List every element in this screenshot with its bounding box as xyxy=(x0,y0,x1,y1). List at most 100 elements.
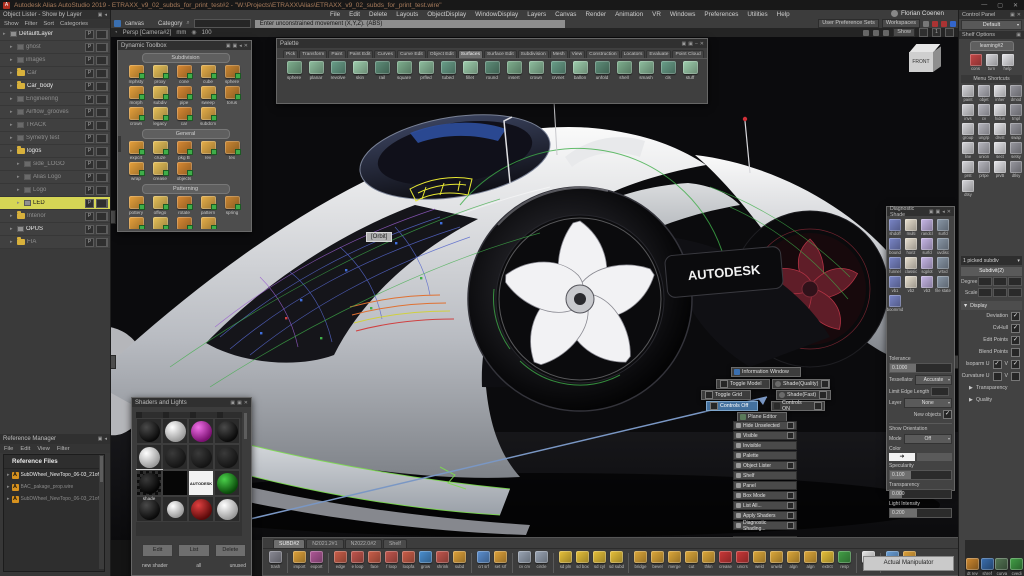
menu-shortcut-sect[interactable]: sect xyxy=(992,141,1008,160)
view-cube-side[interactable] xyxy=(933,46,941,72)
pickable-toggle[interactable]: P xyxy=(85,160,94,169)
tree-item[interactable]: ▸OPUSP xyxy=(0,223,110,236)
shelf-tool-extrct[interactable]: extrct xyxy=(819,551,836,569)
toolbox-tool-pottery[interactable]: pottery xyxy=(124,195,148,216)
marking-menu-checkbox[interactable] xyxy=(787,422,794,429)
shelf-tool-unwld[interactable]: unwld xyxy=(768,551,785,569)
toolbox-tool-sweep[interactable]: sweep xyxy=(196,85,220,106)
collapse-icon[interactable]: ◂ xyxy=(942,209,945,215)
palette-tab-paint-edit[interactable]: Paint Edit xyxy=(347,50,374,58)
menu-shortcut-drvst[interactable]: drvst xyxy=(992,122,1008,141)
information-window-button[interactable]: Information Window xyxy=(731,367,801,377)
magnet-icon[interactable] xyxy=(950,21,956,27)
tree-item[interactable]: ▸LEDP xyxy=(0,197,110,210)
expander-icon[interactable]: ▸ xyxy=(10,239,15,245)
shade-quality-checkbox[interactable] xyxy=(821,380,829,388)
marking-menu-item[interactable]: List All... xyxy=(733,501,797,510)
toolbox-tool-pkg-b[interactable]: pkg B xyxy=(172,140,196,161)
menu-item-delete[interactable]: Delete xyxy=(369,11,387,18)
menu-shortcut-dtlsy[interactable]: dtlsy xyxy=(1008,160,1024,179)
expander-icon[interactable]: ▸ xyxy=(17,187,22,193)
menu-shortcut-objet[interactable]: objet xyxy=(976,84,992,103)
pickable-toggle[interactable]: P xyxy=(85,108,94,117)
show-button[interactable]: Show xyxy=(893,28,915,37)
toolbox-tool-wrap[interactable]: wrap xyxy=(124,161,148,182)
collapse-icon[interactable]: ◂ xyxy=(239,43,242,49)
layer-state-toggle[interactable] xyxy=(96,160,108,169)
expander-icon[interactable]: ▸ xyxy=(7,484,10,490)
triangle-down-icon[interactable]: ▼ xyxy=(963,303,968,309)
palette-tab-evaluate[interactable]: Evaluate xyxy=(646,50,671,58)
controls-on-checkbox[interactable] xyxy=(814,402,822,410)
menu-shortcut-swap[interactable]: swap xyxy=(1008,122,1024,141)
palette-tab-curve-edit[interactable]: Curve Edit xyxy=(397,50,426,58)
layer-state-toggle[interactable] xyxy=(96,186,108,195)
expander-icon[interactable]: ▸ xyxy=(10,109,15,115)
surface-tool-crvnet[interactable]: crvnet xyxy=(547,60,569,81)
menu-item-render[interactable]: Render xyxy=(585,11,606,18)
menu-item-objectdisplay[interactable]: ObjectDisplay xyxy=(427,11,466,18)
marking-menu-item[interactable]: Visible xyxy=(733,431,797,440)
shader-swatch-flatblack[interactable] xyxy=(162,470,188,496)
display-option-checkbox[interactable]: ✓ xyxy=(1011,336,1020,345)
toolbox-tool-patter[interactable]: patter xyxy=(196,216,220,229)
ol-tab-sort[interactable]: Sort xyxy=(43,21,54,27)
menu-shortcut-prtpe[interactable]: prtpe xyxy=(976,160,992,179)
shader-swatch-black[interactable] xyxy=(136,418,162,444)
marking-menu-item[interactable]: Box Mode xyxy=(733,491,797,500)
snap-grid-icon[interactable] xyxy=(941,21,947,27)
shader-swatch-black[interactable] xyxy=(214,418,240,444)
pin-icon[interactable]: ▣ xyxy=(233,43,238,49)
shade-quality-button[interactable]: Shade(Quality) xyxy=(772,379,830,389)
surface-tool-stuff[interactable]: stuff xyxy=(679,60,701,81)
actual-manipulator-button[interactable]: Actual Manipulator xyxy=(863,556,954,571)
collapse-icon[interactable]: ◂ xyxy=(104,12,107,18)
expander-icon[interactable]: ▸ xyxy=(10,96,15,102)
surface-tool-smash[interactable]: smash xyxy=(635,60,657,81)
toolbox-tool-car[interactable]: car xyxy=(172,106,196,127)
toolbox-tool-mphsty[interactable]: mphsty xyxy=(124,64,148,85)
palette-tab-construction[interactable]: Construction xyxy=(586,50,619,58)
shelf-tool-thkn[interactable]: thkn xyxy=(700,551,717,569)
diag-shade-mode-vb1[interactable]: vb1 xyxy=(887,275,903,294)
marking-menu-item[interactable]: Palette xyxy=(733,451,797,460)
layer-state-toggle[interactable] xyxy=(96,95,108,104)
expander-icon[interactable]: ▸ xyxy=(7,496,10,502)
tree-item[interactable]: ▸Car_bodyP xyxy=(0,80,110,93)
expander-icon[interactable]: ▸ xyxy=(10,213,15,219)
corner-tool-dt-rev[interactable]: dt rev xyxy=(965,558,980,576)
menu-shortcut-setsy[interactable]: setsy xyxy=(1008,141,1024,160)
dock-icon[interactable]: ▣ xyxy=(226,43,231,49)
minimize-icon[interactable]: – xyxy=(695,41,698,47)
camera-label[interactable]: Persp [Camera#2] xyxy=(123,30,172,36)
shelf-tab-learning[interactable]: learning#2 xyxy=(970,41,1014,51)
marking-menu-checkbox[interactable] xyxy=(787,462,794,469)
palette-tab-object-edit[interactable]: Object Edit xyxy=(427,50,457,58)
menu-item-layers[interactable]: Layers xyxy=(527,11,546,18)
menu-shortcut-dtsy[interactable]: dtsy xyxy=(960,179,976,198)
toggle-model-checkbox[interactable] xyxy=(720,380,728,388)
reference-files-header[interactable]: Reference Files xyxy=(4,455,104,469)
toolbox-tool-morph[interactable]: morph xyxy=(124,85,148,106)
category-label[interactable]: Category xyxy=(158,21,182,27)
pin-icon[interactable]: ▣ xyxy=(237,400,242,406)
category-input[interactable] xyxy=(194,19,251,28)
layer-state-toggle[interactable] xyxy=(96,147,108,156)
shelf-tool-set-srf[interactable]: set srf xyxy=(492,551,509,569)
surface-tool-shell[interactable]: shell xyxy=(613,60,635,81)
shade-fast-button[interactable]: Shade(Fast) xyxy=(776,390,831,400)
pickable-toggle[interactable]: P xyxy=(85,43,94,52)
surface-tool-rail[interactable]: rail xyxy=(371,60,393,81)
shelf-tool-uncrs[interactable]: uncrs xyxy=(734,551,751,569)
toolbox-tool-pattern[interactable]: pattern xyxy=(196,195,220,216)
expander-icon[interactable]: ▸ xyxy=(10,44,15,50)
scale-field[interactable] xyxy=(993,288,1007,297)
pickable-toggle[interactable]: P xyxy=(85,225,94,234)
light-intensity-slider[interactable]: 0.200 xyxy=(889,508,952,518)
reference-file-row[interactable]: ▸ASubDWheel_NewTopo_06-03_21off.w xyxy=(4,469,104,481)
frame-icon[interactable] xyxy=(883,30,889,36)
shelf-tool-algn[interactable]: algn xyxy=(785,551,802,569)
rm-menu-edit[interactable]: Edit xyxy=(20,446,30,452)
expander-icon[interactable]: ▸ xyxy=(10,57,15,63)
expander-icon[interactable]: ▸ xyxy=(3,31,8,37)
